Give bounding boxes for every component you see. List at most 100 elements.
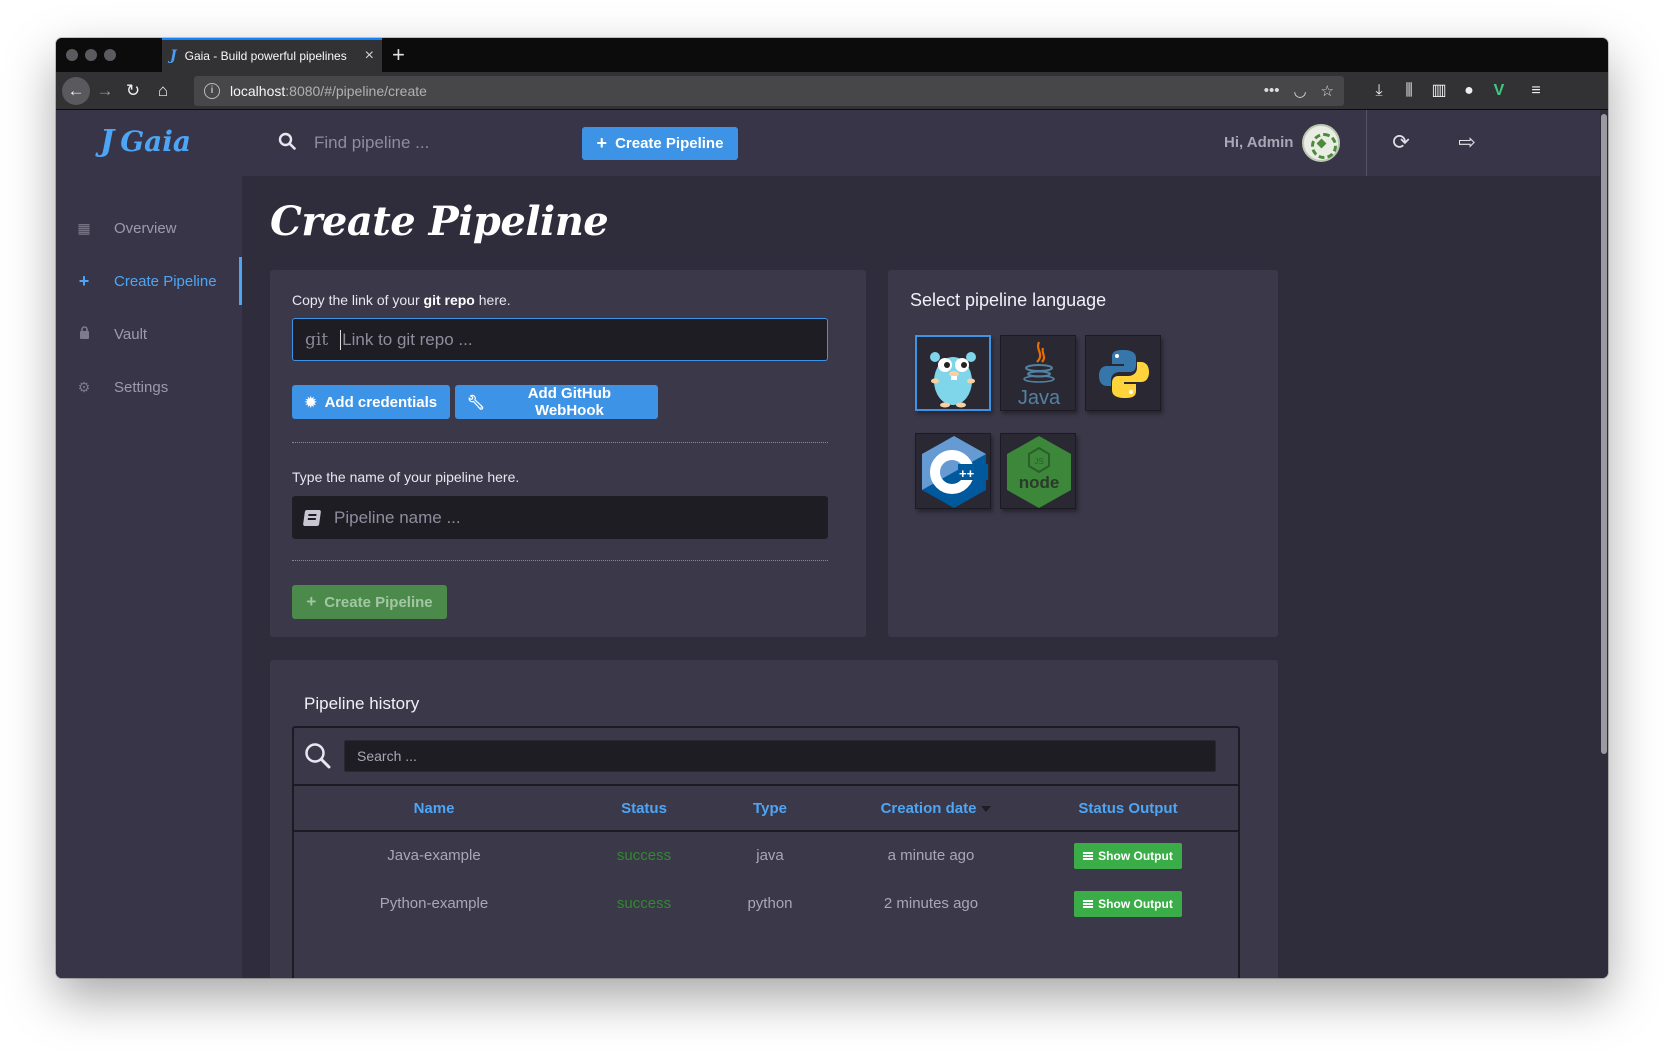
pipeline-name-label: Type the name of your pipeline here. (292, 469, 520, 485)
language-cpp-option[interactable]: ++ (915, 433, 991, 509)
download-icon[interactable]: ⤓ (1367, 78, 1391, 104)
column-header-status-output[interactable]: Status Output (1058, 800, 1198, 817)
svg-text:node: node (1019, 473, 1060, 492)
brand[interactable]: J Gaia (100, 124, 191, 159)
url-actions: ••• ◡ ☆ (1264, 82, 1334, 100)
book-icon (302, 509, 322, 526)
scrollbar-thumb[interactable] (1601, 114, 1607, 754)
go-gopher-icon (930, 352, 976, 408)
minimize-window-dot[interactable] (85, 49, 97, 61)
python-logo-icon (1099, 350, 1149, 398)
find-pipeline-input[interactable] (314, 128, 564, 158)
sidebar-toggle-icon[interactable]: ▥ (1427, 78, 1451, 104)
history-search-input[interactable] (344, 740, 1216, 772)
svg-text:Java: Java (1018, 387, 1061, 409)
sidebar-item-label: Create Pipeline (114, 272, 217, 290)
site-info-icon[interactable]: i (204, 83, 220, 99)
browser-navbar: ← → ↻ ⌂ i localhost :8080/#/pipeline/cre… (56, 72, 1608, 110)
creation-date-cell: a minute ago (887, 847, 975, 864)
sidebar-item-create-pipeline[interactable]: + Create Pipeline (56, 257, 242, 305)
brand-name: Gaia (120, 125, 192, 158)
plus-icon: + (306, 592, 317, 611)
close-window-dot[interactable] (66, 49, 78, 61)
nodejs-logo-icon: JS node (1007, 436, 1071, 508)
page-actions-icon[interactable]: ••• (1264, 82, 1280, 100)
git-repo-input[interactable] (342, 319, 827, 360)
browser-tab[interactable]: J Gaia - Build powerful pipelines × (162, 38, 382, 72)
home-icon[interactable]: ⌂ (150, 78, 176, 104)
column-header-name[interactable]: Name (374, 800, 494, 817)
column-header-creation-date[interactable]: Creation date (856, 800, 1016, 817)
avatar[interactable] (1302, 124, 1340, 162)
tab-strip: J Gaia - Build powerful pipelines × + (56, 38, 1608, 72)
text-cursor (340, 329, 342, 350)
pipeline-name-cell: Python-example (379, 895, 489, 912)
git-repo-label: Copy the link of your git repo here. (292, 292, 511, 308)
divider (292, 560, 828, 561)
page-scrollbar[interactable] (1600, 110, 1608, 978)
list-icon (1083, 852, 1094, 860)
grid-icon: ▦ (77, 219, 91, 236)
search-icon (278, 132, 296, 150)
language-nodejs-option[interactable]: JS node (1000, 433, 1076, 509)
git-repo-field: git (292, 318, 828, 361)
bookmark-star-icon[interactable]: ☆ (1321, 82, 1334, 100)
divider (1366, 110, 1367, 176)
forward-arrow-icon[interactable]: → (92, 78, 118, 104)
create-pipeline-button[interactable]: + Create Pipeline (292, 585, 447, 619)
lock-icon (64, 326, 104, 342)
add-credentials-button[interactable]: ✹ Add credentials (292, 385, 450, 419)
new-tab-icon[interactable]: + (392, 42, 405, 68)
button-label: Add credentials (324, 393, 438, 411)
pipeline-type-cell: python (747, 895, 793, 912)
url-host: localhost (230, 83, 286, 99)
history-table: Name Status Type Creation date Status Ou… (292, 726, 1240, 978)
top-create-pipeline-button[interactable]: + Create Pipeline (582, 127, 738, 160)
browser-window: J Gaia - Build powerful pipelines × + ← … (56, 38, 1608, 978)
sidebar-item-settings[interactable]: ⚙ Settings (56, 363, 242, 411)
list-icon (1083, 900, 1094, 908)
hamburger-menu-icon[interactable]: ≡ (1524, 78, 1548, 104)
show-output-button[interactable]: Show Output (1074, 843, 1182, 869)
creation-date-cell: 2 minutes ago (883, 895, 979, 912)
sidebar-item-overview[interactable]: ▦ Overview (56, 204, 242, 252)
pipeline-name-input[interactable] (334, 496, 828, 539)
wrench-icon: 🔧︎ (467, 393, 485, 410)
library-icon[interactable]: ⫼ (1397, 78, 1421, 104)
certificate-icon: ✹ (304, 393, 317, 410)
pipeline-history: Pipeline history Name Status Type Creati… (270, 660, 1278, 978)
plus-icon: + (78, 270, 90, 291)
pipeline-status-cell: success (616, 895, 672, 912)
page-title: Create Pipeline (270, 198, 609, 245)
top-bar: + Create Pipeline Hi, Admin ⟳ ⇨ (242, 110, 1600, 176)
language-go-option[interactable] (915, 335, 991, 411)
user-greeting: Hi, Admin (1224, 134, 1294, 151)
logout-icon[interactable]: ⇨ (1454, 130, 1480, 155)
back-arrow-icon[interactable]: ← (62, 77, 90, 105)
vue-devtools-icon[interactable]: V (1487, 78, 1511, 104)
url-bar[interactable]: i localhost :8080/#/pipeline/create ••• … (194, 76, 1344, 106)
language-java-option[interactable]: Java (1000, 335, 1076, 411)
language-selector-title: Select pipeline language (910, 290, 1107, 310)
sidebar-item-label: Vault (114, 325, 148, 343)
button-label: Add GitHub WebHook (527, 385, 612, 419)
add-github-webhook-button[interactable]: 🔧︎ Add GitHub WebHook (455, 385, 658, 419)
show-output-button[interactable]: Show Output (1074, 891, 1182, 917)
sidebar-item-vault[interactable]: Vault (56, 310, 242, 358)
sidebar: J Gaia ▦ Overview + Create Pipeline Vaul… (56, 110, 242, 978)
zoom-window-dot[interactable] (104, 49, 116, 61)
divider (292, 442, 828, 443)
refresh-icon[interactable]: ⟳ (1388, 130, 1414, 155)
plus-icon: + (596, 133, 608, 153)
svg-text:JS: JS (1034, 457, 1043, 466)
gears-icon: ⚙ (77, 378, 91, 395)
column-header-status[interactable]: Status (594, 800, 694, 817)
pipeline-history-title: Pipeline history (304, 694, 420, 713)
language-python-option[interactable] (1085, 335, 1161, 411)
cpp-logo-icon: ++ (922, 436, 988, 508)
tab-close-icon[interactable]: × (365, 47, 374, 65)
pocket-icon[interactable]: ◡ (1293, 82, 1306, 100)
column-header-type[interactable]: Type (720, 800, 820, 817)
extension-icon[interactable]: ● (1457, 78, 1481, 104)
reload-icon[interactable]: ↻ (120, 78, 146, 104)
